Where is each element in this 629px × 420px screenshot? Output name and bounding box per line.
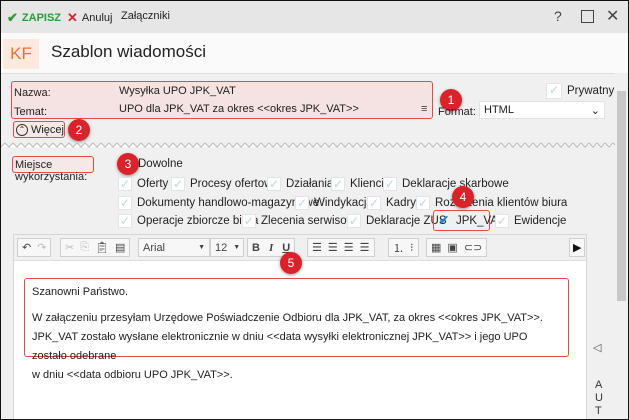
checkbox-kadry[interactable]: ✓ Kadry [367,196,416,210]
checkbox-deklaracje-zus[interactable]: ✓ Deklaracje ZUS [347,214,447,228]
align-center-icon[interactable]: ☰ [328,241,338,254]
callout-badge-2: 2 [68,119,90,141]
body-line: JPK_VAT zostało wysłane elektronicznie w… [32,331,528,362]
checkmark-icon: ✓ [383,177,397,191]
font-select[interactable]: Arial ▼ [138,238,210,257]
play-arrow-icon: ▶ [573,242,582,254]
insert-group: ▦ ▣ ⊂⊃ [426,238,488,257]
collapse-panel-icon[interactable]: ◁ [593,341,601,354]
callout-badge-3: 3 [117,153,139,175]
callout-badge-4: 4 [452,186,474,208]
format-label: Format: [438,106,476,118]
checkbox-ewidencje[interactable]: ✓ Ewidencje [495,214,566,228]
checkbox-deklaracje-skarbowe[interactable]: ✓ Deklaracje skarbowe [383,177,509,191]
checkbox-procesy-ofertowe[interactable]: ✓ Procesy ofertowe [171,177,279,191]
scrollbar-thumb[interactable] [617,91,626,301]
save-button[interactable]: ✔ ZAPISZ [7,10,61,26]
align-right-icon[interactable]: ☰ [344,241,354,254]
dropdown-arrow-icon: ▼ [198,244,205,251]
align-justify-icon[interactable]: ☰ [360,241,370,254]
scrollbar[interactable] [615,73,628,419]
checkmark-icon: ✓ [118,196,132,210]
format-select[interactable]: HTML ⌄ [479,101,605,119]
checkmark-icon: ✓ [118,177,132,191]
body-line: Szanowni Państwo. [32,286,128,298]
close-window-icon[interactable]: ✕ [606,6,619,26]
name-label: Nazwa: [14,87,51,99]
maximize-icon[interactable] [581,10,594,23]
callout-badge-5: 5 [280,252,302,274]
subject-input[interactable]: UPO dla JPK_VAT za okres <<okres JPK_VAT… [115,101,431,119]
private-checkbox[interactable]: ✓ Prywatny [546,83,614,99]
checkbox-operacje-zbiorcze[interactable]: ✓ Operacje zbiorcze biura [118,214,258,228]
bullet-list-icon[interactable]: ⁝ [410,241,414,254]
cut-icon[interactable]: ✂ [65,241,74,254]
paste-icon[interactable]: 📋︎ [95,241,109,254]
redo-icon[interactable]: ↷ [37,241,46,254]
dropdown-arrow-icon: ▼ [233,244,241,251]
cancel-button[interactable]: ✕ Anuluj [67,10,112,26]
history-group: ↶ ↷ [17,238,52,257]
undo-icon[interactable]: ↶ [22,241,31,254]
align-left-icon[interactable]: ☰ [312,241,322,254]
checkmark-icon: ✓ [495,214,509,228]
more-tools-button[interactable]: ▶ [569,238,586,257]
checkbox-dokumenty[interactable]: ✓ Dokumenty handlowo-magazynowe [118,196,319,210]
font-size-select[interactable]: 12 ▼ [210,238,244,257]
image-icon[interactable]: ▣ [447,241,457,254]
checkbox-windykacja[interactable]: ✓ Windykacja [295,196,373,210]
align-group: ☰ ☰ ☰ ☰ [307,238,375,257]
checkbox-dzialania[interactable]: ✓ Działania [267,177,333,191]
checkmark-icon: ✓ [267,177,281,191]
attachments-button[interactable]: Załączniki [121,10,170,22]
close-x-icon: ✕ [67,10,78,25]
name-input[interactable]: Wysyłka UPO JPK_VAT [115,83,431,101]
checkbox-zlecenia-serwisowe[interactable]: ✓ Zlecenia serwisowe [242,214,361,228]
checkmark-icon: ✓ [367,196,381,210]
divider [1,73,628,74]
menu-lines-icon[interactable]: ≡ [421,103,427,115]
app-logo: KF [3,39,39,69]
italic-button[interactable]: I [269,242,273,254]
link-icon[interactable]: ⊂⊃ [464,241,482,254]
clipboard-group: ✂ ⎘ 📋︎ ▤ [60,238,131,257]
checkmark-icon: ✔ [438,213,450,227]
help-button[interactable]: ? [554,8,562,24]
chevron-down-icon: ⌄ [590,105,600,117]
copy-icon[interactable]: ⎘ [80,241,89,254]
list-group: ⒈ ⁝ [388,238,419,257]
page-title: Szablon wiadomości [51,42,206,61]
checkmark-icon: ✓ [347,214,361,228]
checkmark-icon: ✓ [331,177,345,191]
top-toolbar: ✔ ZAPISZ ✕ Anuluj Załączniki ? ✕ [1,1,628,33]
subject-label: Temat: [14,106,48,118]
body-line: w dniu <<data odbioru UPO JPK_VAT>>. [32,369,233,381]
checkbox-rozliczenia[interactable]: ✓ Rozliczenia klientów biura [416,196,567,210]
checkmark-icon: ✓ [171,177,185,191]
paste-text-icon[interactable]: ▤ [115,241,125,254]
chevron-up-circle-icon: ⌃ [16,123,28,136]
body-line: W załączeniu przesyłam Urzędowe Poświadc… [32,312,543,324]
checkmark-icon: ✓ [242,214,256,228]
template-window: ✔ ZAPISZ ✕ Anuluj Załączniki ? ✕ KF Szablo… [0,0,629,420]
table-icon[interactable]: ▦ [431,241,441,254]
usage-any-option[interactable]: Dowolne [138,158,183,170]
checkmark-icon: ✓ [546,83,562,99]
checkbox-oferty[interactable]: ✓ Oferty [118,177,168,191]
zigzag-separator [1,142,628,148]
checkbox-klienci[interactable]: ✓ Klienci [331,177,384,191]
checkmark-icon: ✓ [118,214,132,228]
checkmark-icon: ✓ [416,196,430,210]
usage-label: Miejsce wykorzystania: [12,156,94,183]
side-panel-tab[interactable]: AUT [595,379,603,418]
bold-button[interactable]: B [252,242,260,254]
message-body[interactable]: Szanowni Państwo. W załączeniu przesyłam… [24,278,569,381]
checkmark-icon: ✓ [295,196,309,210]
numbered-list-icon[interactable]: ⒈ [393,240,404,256]
check-icon: ✔ [7,10,18,25]
more-button[interactable]: ⌃ Więcej [13,121,65,138]
